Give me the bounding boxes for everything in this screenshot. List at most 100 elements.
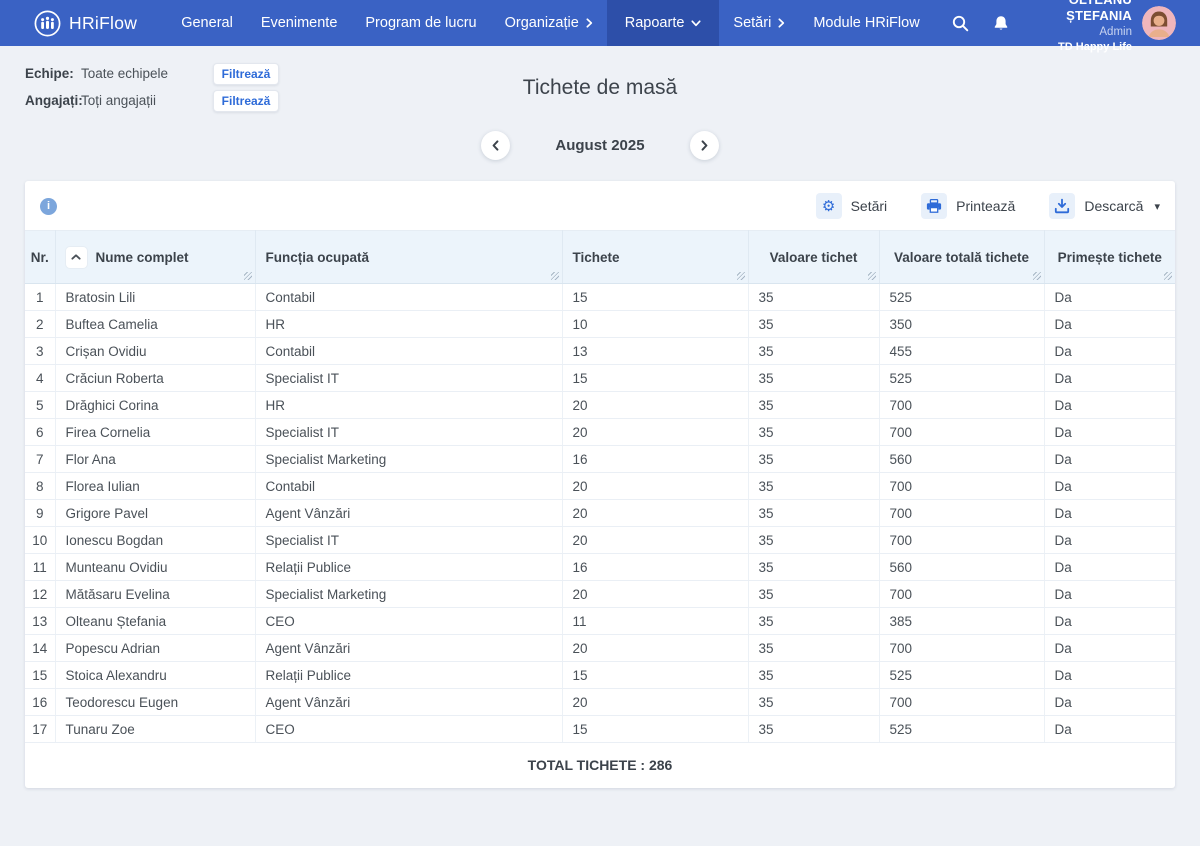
employees-filter-button[interactable]: Filtrează bbox=[213, 90, 279, 112]
total-value-cell: 700 bbox=[879, 392, 1044, 419]
row-number-cell: 1 bbox=[25, 284, 55, 311]
month-navigation: August 2025 bbox=[0, 131, 1200, 160]
filter-row-employees: Angajați: Toți angajații Filtrează bbox=[25, 87, 279, 114]
ticket-value-cell: 35 bbox=[748, 419, 879, 446]
tickets-count-cell: 16 bbox=[562, 446, 748, 473]
receives-tickets-cell: Da bbox=[1044, 473, 1175, 500]
table-row: 6 Firea Cornelia Specialist IT 20 35 700… bbox=[25, 419, 1175, 446]
tickets-count-cell: 20 bbox=[562, 392, 748, 419]
tickets-count-cell: 13 bbox=[562, 338, 748, 365]
gear-icon: ⚙ bbox=[816, 193, 842, 219]
role-cell: Agent Vânzări bbox=[255, 635, 562, 662]
table-row: 13 Olteanu Ștefania CEO 11 35 385 Da bbox=[25, 608, 1175, 635]
employee-name-cell: Olteanu Ștefania bbox=[55, 608, 255, 635]
nav-item-organizatie[interactable]: Organizație bbox=[491, 0, 607, 46]
employee-name-cell: Teodorescu Eugen bbox=[55, 689, 255, 716]
total-value-cell: 700 bbox=[879, 689, 1044, 716]
employee-name-cell: Popescu Adrian bbox=[55, 635, 255, 662]
download-button[interactable]: Descarcă ▾ bbox=[1049, 193, 1160, 219]
column-header-total-value[interactable]: Valoare totală tichete bbox=[879, 231, 1044, 284]
receives-tickets-cell: Da bbox=[1044, 635, 1175, 662]
brand-name: HRiFlow bbox=[69, 13, 137, 34]
column-header-name[interactable]: Nume complet bbox=[55, 231, 255, 284]
ticket-value-cell: 35 bbox=[748, 608, 879, 635]
total-value-cell: 700 bbox=[879, 419, 1044, 446]
role-cell: Agent Vânzări bbox=[255, 500, 562, 527]
print-button[interactable]: Printează bbox=[921, 193, 1015, 219]
ticket-value-cell: 35 bbox=[748, 554, 879, 581]
tickets-count-cell: 20 bbox=[562, 581, 748, 608]
receives-tickets-cell: Da bbox=[1044, 365, 1175, 392]
row-number-cell: 5 bbox=[25, 392, 55, 419]
nav-item-general[interactable]: General bbox=[167, 0, 247, 46]
receives-tickets-cell: Da bbox=[1044, 419, 1175, 446]
column-header-receives[interactable]: Primește tichete bbox=[1044, 231, 1175, 284]
role-cell: Contabil bbox=[255, 473, 562, 500]
employee-name-cell: Mătăsaru Evelina bbox=[55, 581, 255, 608]
row-number-cell: 7 bbox=[25, 446, 55, 473]
teams-filter-label: Echipe: bbox=[25, 66, 81, 81]
receives-tickets-cell: Da bbox=[1044, 446, 1175, 473]
row-number-cell: 3 bbox=[25, 338, 55, 365]
ticket-value-cell: 35 bbox=[748, 716, 879, 743]
report-header: Echipe: Toate echipele Filtrează Angajaț… bbox=[0, 46, 1200, 160]
role-cell: Contabil bbox=[255, 284, 562, 311]
row-number-cell: 13 bbox=[25, 608, 55, 635]
chevron-down-icon bbox=[691, 20, 701, 27]
tickets-count-cell: 15 bbox=[562, 716, 748, 743]
teams-filter-button[interactable]: Filtrează bbox=[213, 63, 279, 85]
tickets-count-cell: 20 bbox=[562, 527, 748, 554]
row-number-cell: 15 bbox=[25, 662, 55, 689]
column-header-nr[interactable]: Nr. bbox=[25, 231, 55, 284]
tickets-count-cell: 16 bbox=[562, 554, 748, 581]
chevron-right-icon bbox=[778, 18, 785, 28]
role-cell: Specialist IT bbox=[255, 419, 562, 446]
receives-tickets-cell: Da bbox=[1044, 392, 1175, 419]
notifications-bell-icon[interactable] bbox=[981, 0, 1021, 46]
app-logo[interactable]: HRiFlow bbox=[0, 0, 167, 46]
printer-icon bbox=[921, 193, 947, 219]
table-row: 16 Teodorescu Eugen Agent Vânzări 20 35 … bbox=[25, 689, 1175, 716]
search-icon[interactable] bbox=[940, 0, 981, 46]
teams-filter-value: Toate echipele bbox=[81, 66, 213, 81]
ticket-value-cell: 35 bbox=[748, 392, 879, 419]
row-number-cell: 11 bbox=[25, 554, 55, 581]
column-header-role[interactable]: Funcția ocupată bbox=[255, 231, 562, 284]
total-value-cell: 385 bbox=[879, 608, 1044, 635]
nav-item-module-hriflow[interactable]: Module HRiFlow bbox=[799, 0, 933, 46]
table-row: 11 Munteanu Ovidiu Relații Publice 16 35… bbox=[25, 554, 1175, 581]
next-month-button[interactable] bbox=[690, 131, 719, 160]
table-row: 4 Crăciun Roberta Specialist IT 15 35 52… bbox=[25, 365, 1175, 392]
sort-ascending-icon[interactable] bbox=[66, 247, 87, 268]
info-icon[interactable]: i bbox=[40, 198, 57, 215]
meal-tickets-table: Nr. Nume complet Funcția ocupată Tichete… bbox=[25, 230, 1175, 743]
current-month-label: August 2025 bbox=[550, 137, 650, 154]
receives-tickets-cell: Da bbox=[1044, 608, 1175, 635]
table-toolbar: i ⚙ Setări Printează bbox=[25, 181, 1175, 230]
nav-item-rapoarte[interactable]: Rapoarte bbox=[607, 0, 720, 46]
table-row: 9 Grigore Pavel Agent Vânzări 20 35 700 … bbox=[25, 500, 1175, 527]
total-value-cell: 560 bbox=[879, 446, 1044, 473]
table-row: 12 Mătăsaru Evelina Specialist Marketing… bbox=[25, 581, 1175, 608]
row-number-cell: 12 bbox=[25, 581, 55, 608]
role-cell: Specialist IT bbox=[255, 365, 562, 392]
total-value-cell: 700 bbox=[879, 581, 1044, 608]
employees-filter-label: Angajați: bbox=[25, 93, 81, 108]
total-value-cell: 700 bbox=[879, 635, 1044, 662]
nav-item-program-de-lucru[interactable]: Program de lucru bbox=[351, 0, 490, 46]
main-menu: General Evenimente Program de lucru Orga… bbox=[167, 0, 933, 46]
column-header-ticket-value[interactable]: Valoare tichet bbox=[748, 231, 879, 284]
column-header-tickets[interactable]: Tichete bbox=[562, 231, 748, 284]
user-menu[interactable]: OLTEANU ȘTEFANIA Admin TD Happy Life bbox=[1035, 0, 1200, 46]
employee-name-cell: Ionescu Bogdan bbox=[55, 527, 255, 554]
employee-name-cell: Munteanu Ovidiu bbox=[55, 554, 255, 581]
total-value-cell: 350 bbox=[879, 311, 1044, 338]
avatar[interactable] bbox=[1142, 6, 1176, 40]
nav-item-setari[interactable]: Setări bbox=[719, 0, 799, 46]
ticket-value-cell: 35 bbox=[748, 284, 879, 311]
settings-button[interactable]: ⚙ Setări bbox=[816, 193, 888, 219]
row-number-cell: 2 bbox=[25, 311, 55, 338]
employee-name-cell: Firea Cornelia bbox=[55, 419, 255, 446]
previous-month-button[interactable] bbox=[481, 131, 510, 160]
nav-item-evenimente[interactable]: Evenimente bbox=[247, 0, 352, 46]
